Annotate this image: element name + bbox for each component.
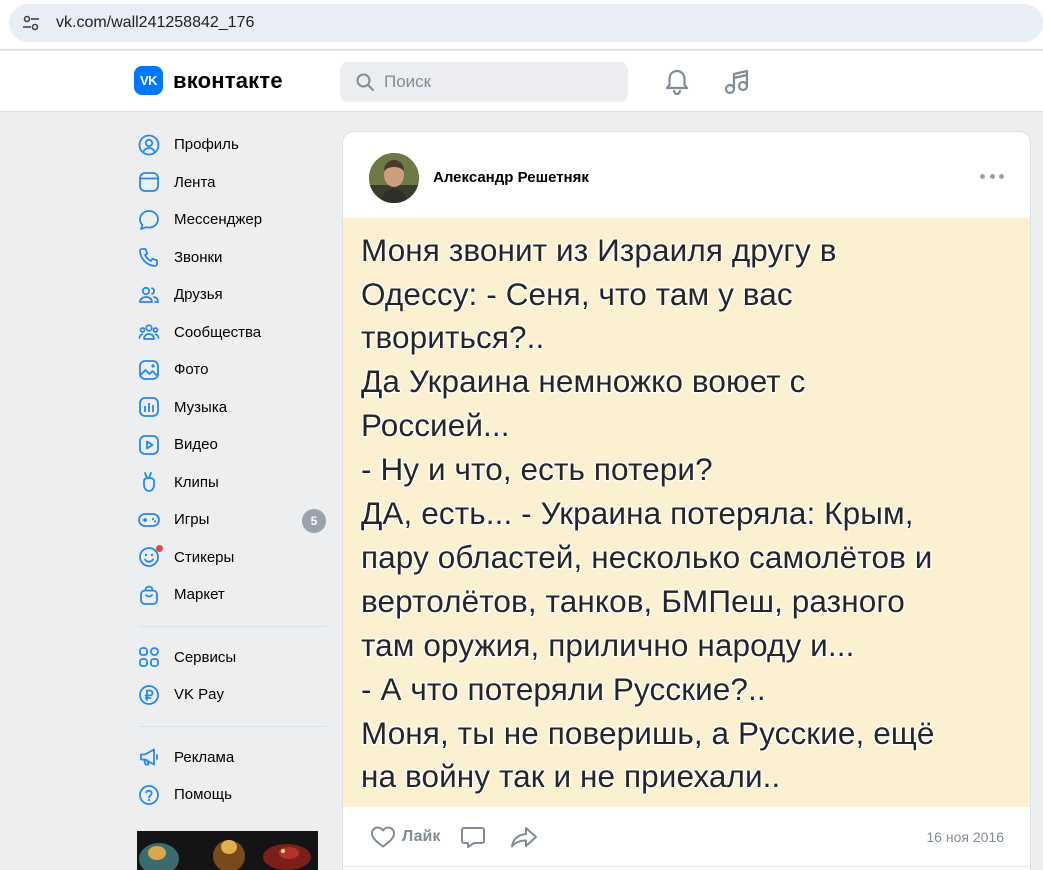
market-icon [137,583,161,607]
comment-icon[interactable] [460,825,486,849]
sidebar-item-clips[interactable]: Клипы [134,464,326,502]
sidebar-item-label: Лента [174,173,216,191]
services-icon [137,645,161,669]
vkpay-icon [137,683,161,707]
clips-icon [137,470,161,494]
sidebar-item-label: Друзья [174,286,223,304]
phone-icon [137,245,161,269]
sidebar-item-communities[interactable]: Сообщества [134,314,326,352]
image-text-line: там оружия, прилично народу и... [361,627,855,663]
more-dot-icon [980,173,985,179]
more-dot-icon [999,173,1004,179]
ads-icon [137,745,161,769]
games-icon [137,508,161,532]
sidebar-item-market[interactable]: Маркет [134,576,326,614]
image-text-line: Россией... [361,407,510,443]
heart-icon [371,826,395,847]
image-text-line: - А что потеряли Русские?.. [361,671,766,707]
sidebar-item-photo[interactable]: Фото [134,351,326,389]
author-name[interactable]: Александр Решетняк [433,169,589,186]
music-player-icon[interactable] [723,68,751,96]
sidebar-item-video[interactable]: Видео [134,426,326,464]
more-dot-icon [989,173,995,179]
sidebar-item-label: Сервисы [174,648,237,666]
browser-toolbar: vk.com/wall241258842_176 [0,0,1043,50]
sidebar-item-label: Звонки [174,248,223,266]
address-bar[interactable]: vk.com/wall241258842_176 [9,4,1043,42]
stickers-icon [137,545,163,569]
post-actions-bar: Лайк 16 ноя 2016 [343,807,1030,867]
image-text-line: Моня, ты не поверишь, а Русские, ещё [361,715,935,751]
url-text[interactable]: vk.com/wall241258842_176 [56,14,254,32]
wall-post: Александр Решетняк Моня звонит из Израил… [342,131,1031,870]
games-count-badge: 5 [302,509,326,533]
sidebar-item-label: Маркет [174,586,225,604]
search-input[interactable] [384,72,604,92]
like-button[interactable]: Лайк [370,825,440,849]
image-text-line: ДА, есть... - Украина потеряла: Крым, [361,495,914,531]
sidebar-item-label: Мессенджер [174,211,263,229]
image-text-line: пару областей, несколько самолётов и [361,539,933,575]
image-text-line: твориться?.. [361,319,545,355]
search-icon [356,73,374,91]
sidebar-item-label: Игры [174,511,210,529]
sidebar-item-feed[interactable]: Лента [134,164,326,202]
music-icon [137,395,161,419]
sidebar-divider [139,625,327,627]
friends-icon [137,283,161,307]
sidebar-item-label: Видео [174,436,218,454]
sidebar-item-friends[interactable]: Друзья [134,276,326,314]
sidebar-item-label: Помощь [174,786,232,804]
sidebar-item-games[interactable]: Игры 5 [134,501,326,539]
vk-logo[interactable]: VK вконтакте [134,66,283,95]
sidebar-item-label: Фото [174,361,209,379]
sidebar-item-music[interactable]: Музыка [134,389,326,427]
video-icon [137,433,161,457]
image-text-line: на войну так и не приехали.. [361,758,781,794]
image-text-line: Одессу: - Сеня, что там у вас [361,276,793,312]
sidebar-item-label: Клипы [174,473,219,491]
communities-icon [137,320,161,344]
sidebar-item-ads[interactable]: Реклама [134,739,326,777]
notifications-bell-icon[interactable] [664,68,690,96]
share-icon[interactable] [510,825,538,849]
post-header: Александр Решетняк [343,132,1030,218]
profile-icon [137,133,161,157]
sidebar-item-profile[interactable]: Профиль [134,126,326,164]
feed-icon [137,170,161,194]
sidebar-item-calls[interactable]: Звонки [134,239,326,277]
post-image-joke[interactable]: Моня звонит из Израиля другу в Одессу: -… [343,218,1030,807]
photo-icon [137,358,161,382]
sidebar-item-help[interactable]: Помощь [134,776,326,814]
vk-logo-mark: VK [134,66,163,95]
sidebar-ad-banner[interactable] [137,831,318,870]
vk-top-header: VK вконтакте [0,51,1043,112]
sidebar-item-label: VK Pay [174,686,225,704]
new-indicator-dot [156,545,163,553]
sidebar-item-label: Профиль [174,136,239,154]
sidebar-divider [139,725,327,727]
left-sidebar: Профиль Лента Мессенджер Звонки Друзья С… [134,126,327,814]
sidebar-item-label: Музыка [174,398,228,416]
sidebar-item-vk-pay[interactable]: VK Pay [134,676,326,714]
post-more-options-button[interactable] [980,168,1004,184]
messenger-icon [137,208,161,232]
vk-logo-text: вконтакте [173,67,283,93]
like-label: Лайк [402,827,441,845]
image-text-line: Моня звонит из Израиля другу в [361,232,837,268]
sidebar-item-label: Стикеры [174,548,235,566]
image-text-line: - Ну и что, есть потери? [361,451,713,487]
sidebar-item-label: Реклама [174,748,235,766]
sidebar-item-stickers[interactable]: Стикеры [134,539,326,577]
sidebar-item-label: Сообщества [174,323,262,341]
sidebar-item-services[interactable]: Сервисы [134,639,326,677]
image-text-line: Да Украина немножко воюет с [361,363,806,399]
search-box[interactable] [340,62,628,102]
site-settings-icon[interactable] [20,12,42,34]
author-avatar[interactable] [369,153,419,203]
post-date[interactable]: 16 ноя 2016 [926,829,1004,845]
image-text-line: вертолётов, танков, БМПеш, разного [361,583,905,619]
help-icon [137,783,161,807]
sidebar-item-messenger[interactable]: Мессенджер [134,201,326,239]
